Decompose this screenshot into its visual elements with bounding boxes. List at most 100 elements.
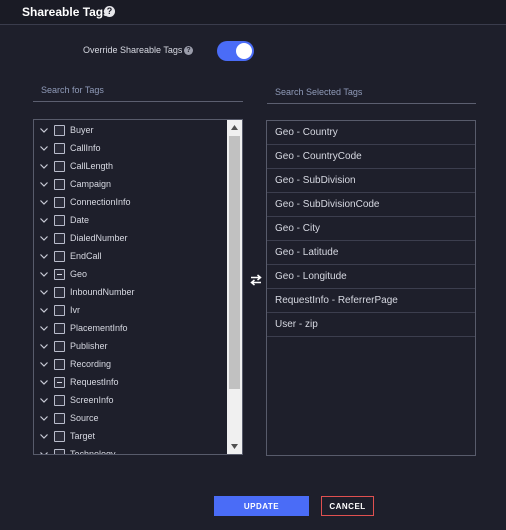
update-button[interactable]: UPDATE [214, 496, 309, 516]
chevron-down-icon[interactable] [38, 178, 50, 190]
tag-checkbox[interactable] [54, 394, 65, 406]
override-shareable-tags-toggle[interactable] [217, 41, 254, 61]
tag-checkbox[interactable] [54, 268, 65, 280]
tag-checkbox[interactable] [54, 322, 65, 334]
tag-items: Buyer CallInfo CallLength Campaign Connectio… [34, 121, 228, 455]
scroll-up-arrow-icon[interactable] [227, 120, 242, 135]
tag-item[interactable]: Target [34, 427, 228, 445]
tag-checkbox[interactable] [54, 430, 65, 442]
tag-item[interactable]: ConnectionInfo [34, 193, 228, 211]
tag-label: Campaign [70, 179, 112, 189]
chevron-down-icon[interactable] [38, 448, 50, 454]
chevron-down-icon[interactable] [38, 394, 50, 406]
cancel-button[interactable]: CANCEL [321, 496, 374, 516]
selected-tag-item[interactable]: Geo - Longitude [267, 265, 475, 289]
tag-item[interactable]: DialedNumber [34, 229, 228, 247]
chevron-down-icon[interactable] [38, 196, 50, 208]
tag-item[interactable]: Ivr [34, 301, 228, 319]
tag-checkbox[interactable] [54, 376, 65, 388]
tag-checkbox[interactable] [54, 340, 65, 352]
tag-item[interactable]: Publisher [34, 337, 228, 355]
tag-label: EndCall [70, 251, 102, 261]
tag-item[interactable]: Buyer [34, 121, 228, 139]
question-circle-icon[interactable]: ? [184, 46, 193, 55]
tag-label: CallInfo [70, 143, 101, 153]
tag-item[interactable]: Recording [34, 355, 228, 373]
tag-checkbox[interactable] [54, 232, 65, 244]
tag-list-scrollbar[interactable] [227, 120, 242, 454]
tag-label: RequestInfo [70, 377, 119, 387]
chevron-down-icon[interactable] [38, 124, 50, 136]
scrollbar-thumb[interactable] [229, 136, 240, 389]
tag-label: Date [70, 215, 90, 225]
tag-label: ScreenInfo [70, 395, 114, 405]
question-circle-icon[interactable]: ? [104, 6, 115, 17]
tag-item[interactable]: RequestInfo [34, 373, 228, 391]
tag-item[interactable]: CallInfo [34, 139, 228, 157]
search-selected-tags-input[interactable] [267, 84, 476, 104]
available-tags-list[interactable]: Buyer CallInfo CallLength Campaign Connectio… [33, 119, 243, 455]
chevron-down-icon[interactable] [38, 340, 50, 352]
dialog-title: Shareable Tags [22, 5, 110, 19]
chevron-down-icon[interactable] [38, 376, 50, 388]
toggle-knob [236, 43, 252, 59]
tag-label: Target [70, 431, 96, 441]
tag-checkbox[interactable] [54, 124, 65, 136]
tag-checkbox[interactable] [54, 178, 65, 190]
tag-label: Technology [70, 449, 116, 455]
tag-label: Ivr [70, 305, 80, 315]
chevron-down-icon[interactable] [38, 232, 50, 244]
tag-checkbox[interactable] [54, 412, 65, 424]
selected-tag-item[interactable]: Geo - SubDivision [267, 169, 475, 193]
selected-tag-item[interactable]: Geo - Country [267, 121, 475, 145]
tag-label: PlacementInfo [70, 323, 128, 333]
override-shareable-tags-label: Override Shareable Tags [83, 45, 183, 55]
tag-checkbox[interactable] [54, 358, 65, 370]
tag-item[interactable]: ScreenInfo [34, 391, 228, 409]
tag-label: Publisher [70, 341, 108, 351]
tag-label: Recording [70, 359, 112, 369]
selected-tag-item[interactable]: Geo - CountryCode [267, 145, 475, 169]
chevron-down-icon[interactable] [38, 430, 50, 442]
chevron-down-icon[interactable] [38, 358, 50, 370]
selected-tags-list[interactable]: Geo - Country Geo - CountryCode Geo - SubD… [266, 120, 476, 456]
chevron-down-icon[interactable] [38, 268, 50, 280]
tag-checkbox[interactable] [54, 196, 65, 208]
tag-label: ConnectionInfo [70, 197, 131, 207]
chevron-down-icon[interactable] [38, 304, 50, 316]
swap-arrows-icon [249, 273, 263, 286]
tag-item[interactable]: InboundNumber [34, 283, 228, 301]
selected-tag-item[interactable]: Geo - Latitude [267, 241, 475, 265]
chevron-down-icon[interactable] [38, 286, 50, 298]
tag-item[interactable]: Date [34, 211, 228, 229]
tag-checkbox[interactable] [54, 448, 65, 454]
chevron-down-icon[interactable] [38, 412, 50, 424]
selected-tag-item[interactable]: RequestInfo - ReferrerPage [267, 289, 475, 313]
selected-tag-item[interactable]: Geo - SubDivisionCode [267, 193, 475, 217]
tag-item[interactable]: EndCall [34, 247, 228, 265]
tag-item[interactable]: PlacementInfo [34, 319, 228, 337]
tag-label: DialedNumber [70, 233, 128, 243]
tag-item[interactable]: Technology [34, 445, 228, 455]
chevron-down-icon[interactable] [38, 214, 50, 226]
chevron-down-icon[interactable] [38, 160, 50, 172]
tag-checkbox[interactable] [54, 214, 65, 226]
scroll-down-arrow-icon[interactable] [227, 439, 242, 454]
tag-item[interactable]: CallLength [34, 157, 228, 175]
tag-item[interactable]: Source [34, 409, 228, 427]
tag-checkbox[interactable] [54, 304, 65, 316]
tag-checkbox[interactable] [54, 286, 65, 298]
dialog-header: Shareable Tags ? [0, 0, 506, 25]
chevron-down-icon[interactable] [38, 250, 50, 262]
tag-label: CallLength [70, 161, 114, 171]
tag-checkbox[interactable] [54, 250, 65, 262]
selected-tag-item[interactable]: Geo - City [267, 217, 475, 241]
chevron-down-icon[interactable] [38, 142, 50, 154]
tag-item[interactable]: Geo [34, 265, 228, 283]
tag-checkbox[interactable] [54, 160, 65, 172]
chevron-down-icon[interactable] [38, 322, 50, 334]
tag-checkbox[interactable] [54, 142, 65, 154]
selected-tag-item[interactable]: User - zip [267, 313, 475, 337]
tag-item[interactable]: Campaign [34, 175, 228, 193]
search-tags-input[interactable] [33, 82, 243, 102]
